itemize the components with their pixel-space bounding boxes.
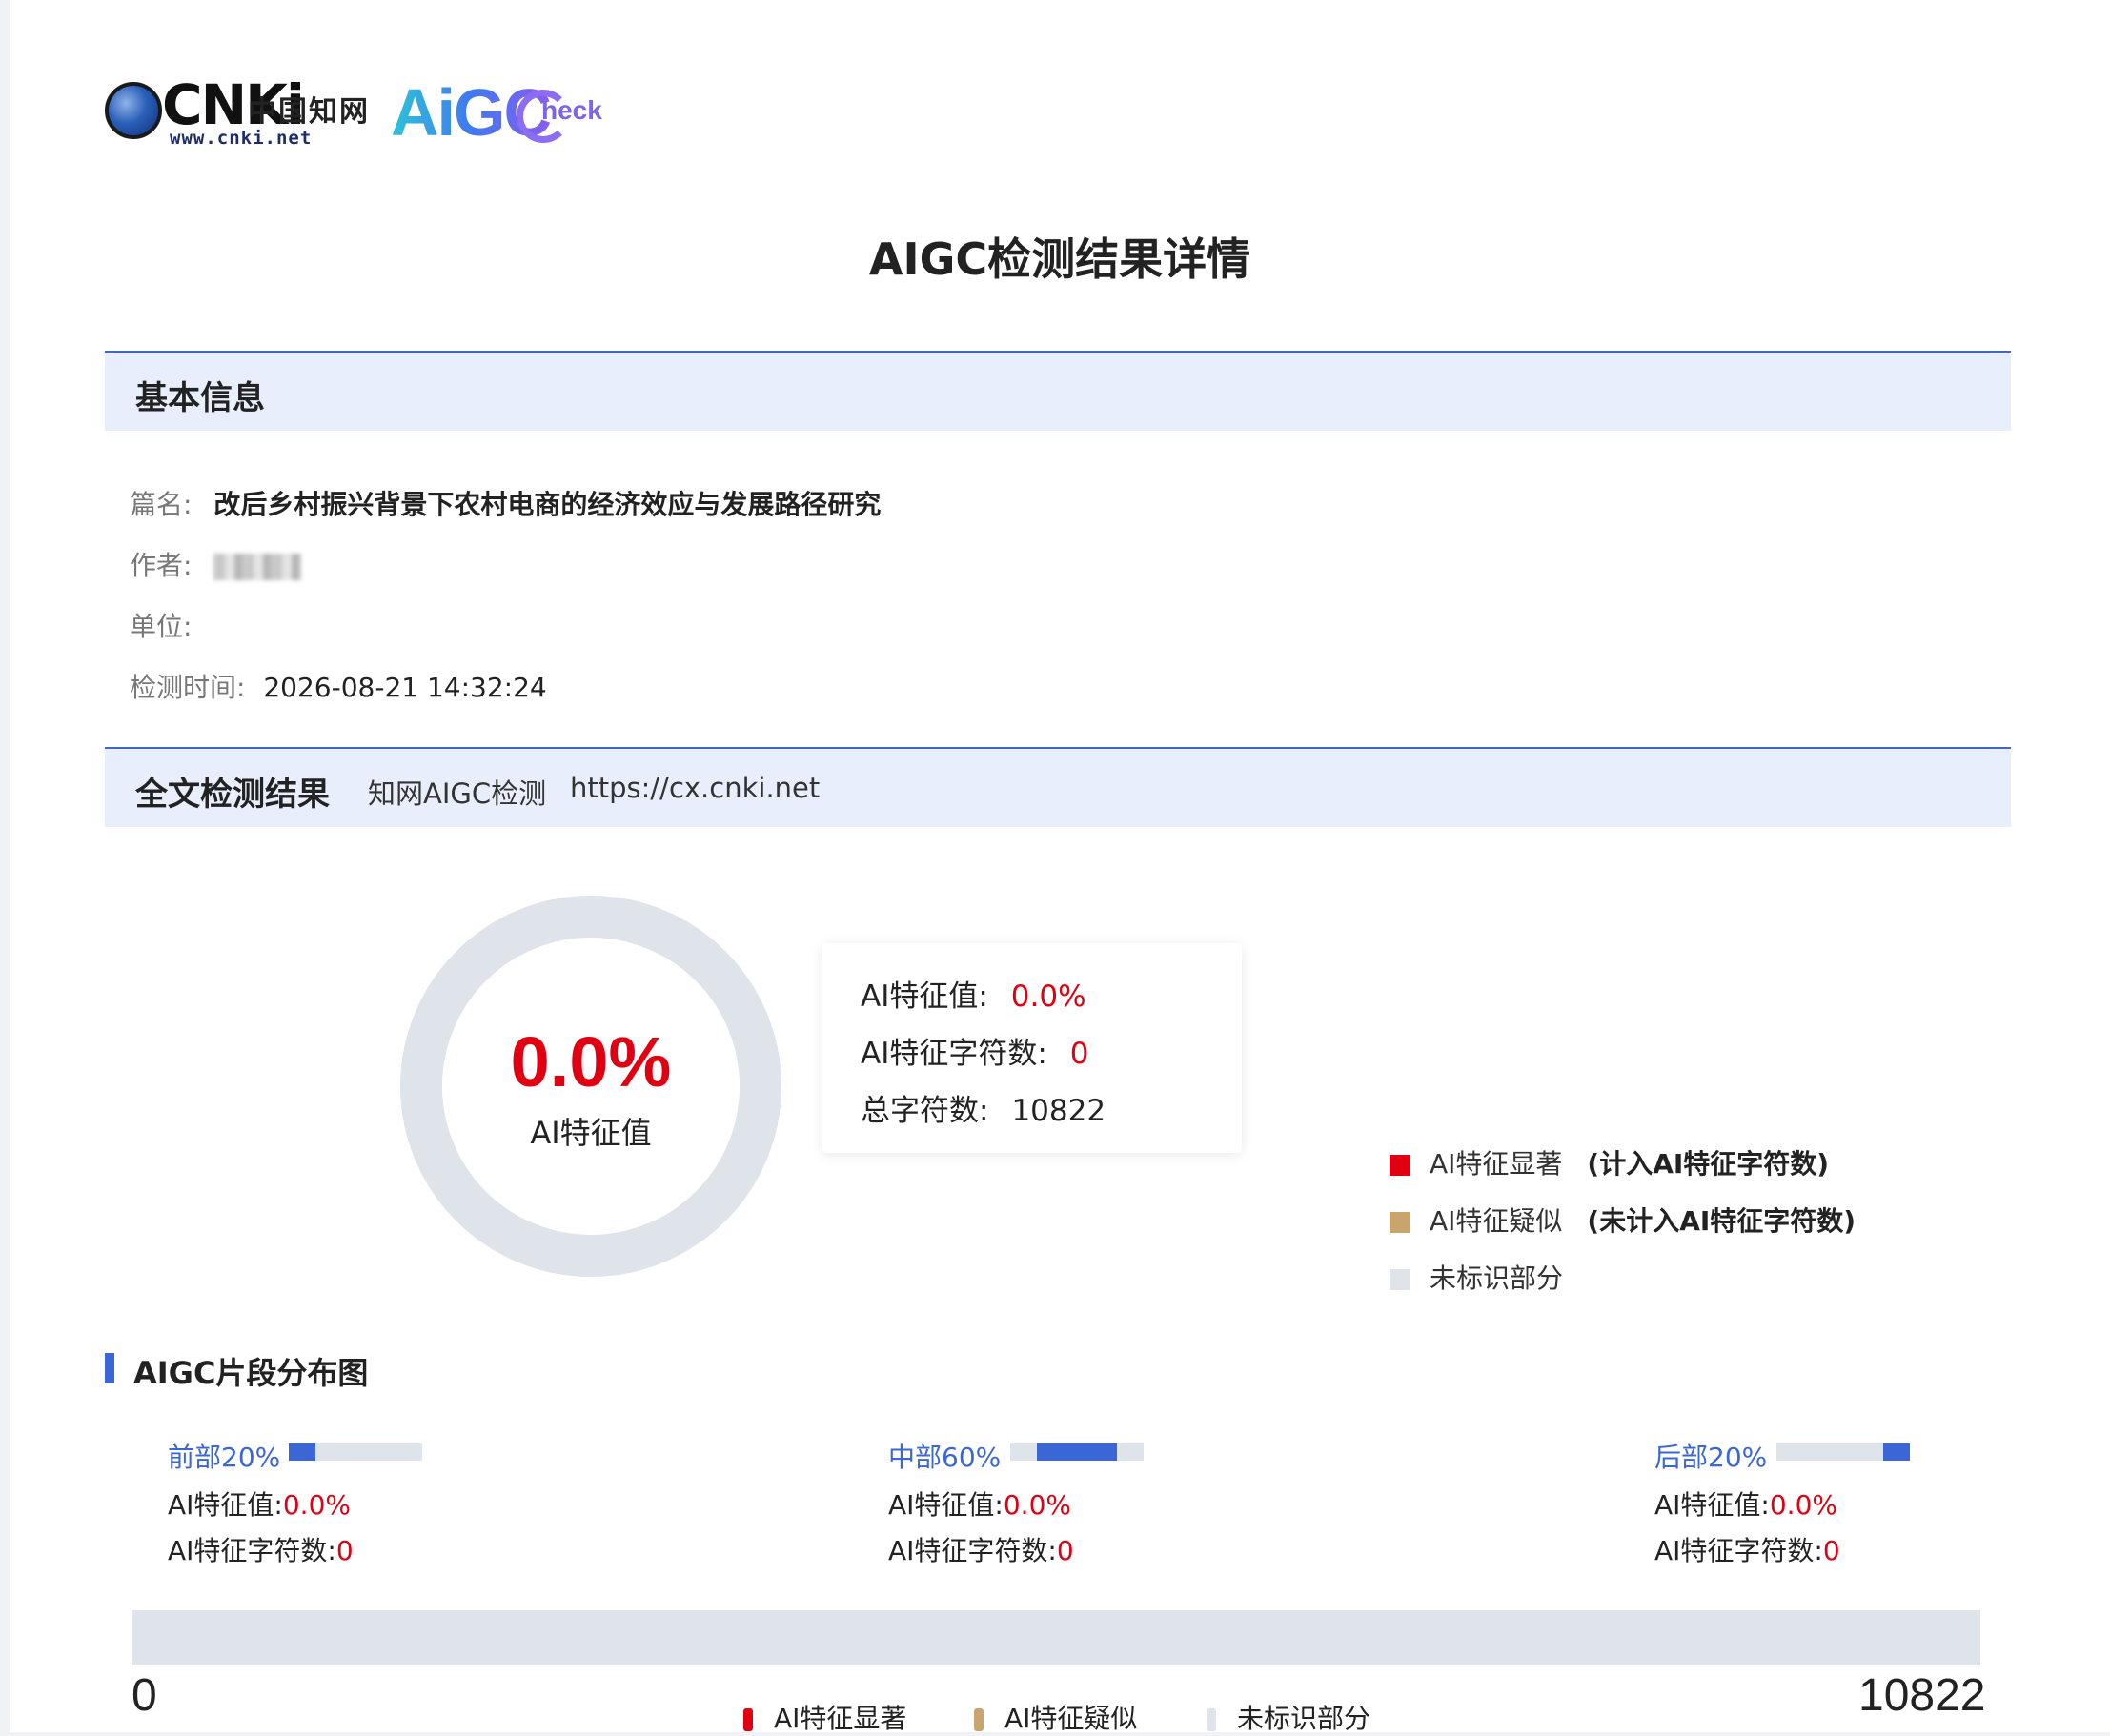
full-result-heading: 全文检测结果 (135, 776, 330, 814)
info-title-row: 篇名: 改后乡村振兴背景下农村电商的经济效应与发展路径研究 (130, 484, 881, 522)
legend-significant-note: (计入AI特征字符数) (1587, 1148, 1830, 1180)
legend-suspected-swatch (1390, 1212, 1410, 1233)
title-label: 篇名: (130, 489, 193, 520)
legend-significant-swatch (1390, 1155, 1410, 1176)
stat-ai-chars-label: AI特征字符数: (861, 1037, 1047, 1071)
legend-significant-label: AI特征显著 (1430, 1148, 1563, 1180)
segment-front-bar (289, 1443, 422, 1461)
donut-label: AI特征值 (530, 1115, 652, 1151)
basic-info-heading: 基本信息 (135, 379, 265, 417)
stat-total-chars: 总字符数: 10822 (861, 1086, 1106, 1129)
axis-start: 0 (132, 1670, 157, 1721)
info-unit-row: 单位: (130, 606, 192, 644)
segment-front-name: 前部20% (168, 1437, 280, 1475)
distribution-heading-marker (105, 1353, 114, 1383)
legend-unmarked-swatch (1390, 1269, 1410, 1290)
segment-front-value: AI特征值:0.0% (168, 1484, 351, 1523)
bottom-legend-suspected-label: AI特征疑似 (1004, 1703, 1138, 1734)
stats-card: AI特征值: 0.0% AI特征字符数: 0 总字符数: 10822 (822, 943, 1242, 1153)
basic-info-header: 基本信息 (105, 351, 2011, 431)
stat-total-number: 10822 (1011, 1094, 1106, 1128)
segment-middle-chars-number: 0 (1056, 1535, 1074, 1566)
cnki-chinese-name: 中国知网 (248, 95, 370, 129)
full-result-header: 全文检测结果 知网AIGC检测 https://cx.cnki.net (105, 747, 2011, 827)
stat-total-label: 总字符数: (861, 1094, 989, 1128)
segment-back-chars: AI特征字符数:0 (1654, 1530, 1840, 1568)
segment-back-value: AI特征值:0.0% (1654, 1484, 1837, 1523)
bottom-legend-significant-swatch (743, 1708, 753, 1731)
axis-end: 10822 (1858, 1670, 1986, 1721)
legend-significant: AI特征显著 (计入AI特征字符数) (1390, 1143, 1829, 1181)
segment-back-bar-fill (1883, 1443, 1910, 1461)
segment-middle-name: 中部60% (888, 1437, 1001, 1475)
segment-back-value-number: 0.0% (1769, 1489, 1837, 1521)
segment-middle-chars: AI特征字符数:0 (888, 1530, 1074, 1568)
author-label: 作者: (130, 550, 193, 581)
bottom-legend-significant: AI特征显著 (743, 1698, 906, 1736)
segment-middle-bar (1010, 1443, 1144, 1461)
author-value-redacted (213, 554, 302, 580)
cnki-globe-icon (105, 82, 162, 139)
donut-value: 0.0% (510, 1022, 672, 1101)
segment-middle-label: 中部60% (888, 1442, 1002, 1473)
segment-front-value-number: 0.0% (282, 1489, 351, 1521)
stat-ai-value-label: AI特征值: (861, 979, 988, 1014)
segment-middle-value: AI特征值:0.0% (888, 1484, 1071, 1523)
distribution-heading: AIGC片段分布图 (133, 1355, 369, 1391)
title-value: 改后乡村振兴背景下农村电商的经济效应与发展路径研究 (213, 489, 882, 520)
legend-suspected-label: AI特征疑似 (1430, 1205, 1563, 1237)
segment-middle-value-label: AI特征值: (888, 1489, 1004, 1521)
segment-back-chars-label: AI特征字符数: (1654, 1535, 1823, 1566)
segment-front-label: 前部20% (168, 1442, 281, 1473)
result-url: https://cx.cnki.net (570, 772, 821, 804)
bottom-legend-significant-label: AI特征显著 (774, 1703, 907, 1734)
stat-ai-value-number: 0.0% (1010, 979, 1086, 1014)
stat-ai-chars: AI特征字符数: 0 (861, 1029, 1089, 1072)
segment-front-bar-fill (289, 1443, 315, 1461)
segment-front-chars: AI特征字符数:0 (168, 1530, 354, 1568)
time-value: 2026-08-21 14:32:24 (263, 672, 547, 703)
report-title: AIGC检测结果详情 (868, 233, 1251, 285)
legend-suspected-note: (未计入AI特征字符数) (1587, 1205, 1856, 1237)
segment-front-value-label: AI特征值: (168, 1489, 283, 1521)
info-time-row: 检测时间: 2026-08-21 14:32:24 (130, 667, 547, 705)
bottom-legend-suspected: AI特征疑似 (974, 1698, 1137, 1736)
aigc-check-text: heck (541, 95, 602, 125)
segment-back-label: 后部20% (1654, 1442, 1768, 1473)
segment-back-name: 后部20% (1654, 1437, 1767, 1475)
segment-front-chars-number: 0 (335, 1535, 354, 1566)
segment-middle-bar-fill (1037, 1443, 1117, 1461)
time-label: 检测时间: (130, 672, 246, 703)
legend-suspected: AI特征疑似 (未计入AI特征字符数) (1390, 1201, 1856, 1239)
bottom-legend-unmarked-swatch (1207, 1708, 1216, 1731)
stat-ai-chars-number: 0 (1069, 1037, 1089, 1071)
segment-back-chars-number: 0 (1822, 1535, 1840, 1566)
unit-label: 单位: (130, 611, 193, 642)
bottom-legend-unmarked-label: 未标识部分 (1237, 1703, 1371, 1734)
segment-middle-chars-label: AI特征字符数: (888, 1535, 1057, 1566)
cnki-url: www.cnki.net (170, 128, 313, 149)
bottom-legend-suspected-swatch (974, 1708, 984, 1731)
stat-ai-value: AI特征值: 0.0% (861, 972, 1086, 1015)
segment-back-bar (1776, 1443, 1910, 1461)
segment-middle-value-number: 0.0% (1003, 1489, 1071, 1521)
bottom-legend-unmarked: 未标识部分 (1207, 1698, 1370, 1736)
full-text-distribution-bar (132, 1610, 1980, 1665)
result-source: 知网AIGC检测 (368, 777, 547, 810)
legend-unmarked: 未标识部分 (1390, 1258, 1563, 1296)
info-author-row: 作者: (130, 545, 302, 583)
legend-unmarked-label: 未标识部分 (1430, 1262, 1564, 1294)
segment-front-chars-label: AI特征字符数: (168, 1535, 336, 1566)
segment-back-value-label: AI特征值: (1654, 1489, 1770, 1521)
report-page: CNKi 中国知网 www.cnki.net AiGC heck AIGC检测结… (10, 0, 2110, 1734)
